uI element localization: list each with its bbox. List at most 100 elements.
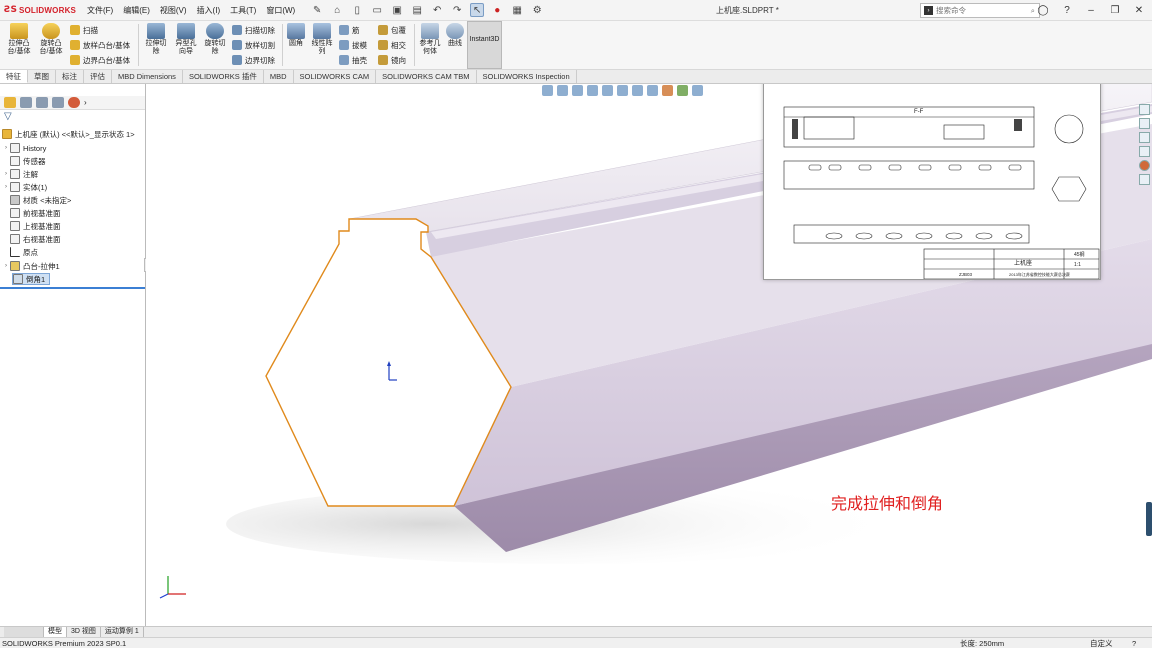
tab-motion-study[interactable]: 运动算例 1 <box>101 627 144 637</box>
expand-chevron-icon[interactable]: › <box>2 171 10 177</box>
expand-chevron-icon[interactable]: › <box>2 184 10 190</box>
search-icon[interactable]: ⌕ <box>1031 6 1035 16</box>
reference-geometry-button[interactable]: 参考几 何体 <box>417 23 443 56</box>
menu-tools[interactable]: 工具(T) <box>225 0 261 21</box>
tree-item-right-plane[interactable]: 右视基准面 <box>2 233 61 245</box>
tree-item-top-plane[interactable]: 上视基准面 <box>2 220 61 232</box>
menu-window[interactable]: 窗口(W) <box>261 0 300 21</box>
zoom-to-area-icon[interactable] <box>557 85 568 96</box>
mirror-button[interactable]: 镜向 <box>378 53 406 67</box>
dynamic-annotation-icon[interactable] <box>602 85 613 96</box>
rollback-bar[interactable] <box>0 287 145 289</box>
rib-button[interactable]: 筋 <box>339 23 360 37</box>
filter-icon[interactable]: ▽ <box>4 111 12 122</box>
menu-edit[interactable]: 编辑(E) <box>118 0 155 21</box>
tree-item-history[interactable]: › History <box>2 142 46 154</box>
tab-mbd-dimensions[interactable]: MBD Dimensions <box>112 70 183 83</box>
status-help-icon[interactable]: ? <box>1132 638 1136 648</box>
minimize-icon[interactable]: – <box>1084 3 1098 17</box>
tree-item-annotations[interactable]: › 注解 <box>2 168 38 180</box>
tree-item-boss-extrude1[interactable]: › 凸台-拉伸1 <box>2 260 60 272</box>
traffic-light-icon[interactable]: ● <box>490 3 504 17</box>
appearances-icon[interactable] <box>1139 160 1150 171</box>
wrap-button[interactable]: 包覆 <box>378 23 406 37</box>
edit-appearance-icon[interactable] <box>662 85 673 96</box>
boundary-cut-button[interactable]: 边界切除 <box>232 53 275 67</box>
instant3d-button[interactable]: Instant3D <box>467 21 502 69</box>
tree-item-chamfer1[interactable]: 倒角1 <box>12 273 51 285</box>
hide-show-items-icon[interactable] <box>647 85 658 96</box>
save-icon[interactable]: ▣ <box>390 3 404 17</box>
tab-sketch[interactable]: 草图 <box>28 70 56 83</box>
tab-mbd[interactable]: MBD <box>264 70 294 83</box>
draft-button[interactable]: 拔模 <box>339 38 367 52</box>
nav-arrows-icon[interactable] <box>4 627 44 637</box>
tab-solidworks-cam[interactable]: SOLIDWORKS CAM <box>294 70 377 83</box>
revolve-boss-button[interactable]: 旋转凸 台/基体 <box>36 23 66 56</box>
file-explorer-icon[interactable] <box>1139 132 1150 143</box>
tab-3d-views[interactable]: 3D 视图 <box>67 627 101 637</box>
expand-chevron-icon[interactable]: › <box>2 145 10 151</box>
linear-pattern-button[interactable]: 线性阵 列 <box>308 23 336 56</box>
menu-insert[interactable]: 插入(I) <box>192 0 226 21</box>
fillet-button[interactable]: 圆角 <box>285 23 307 48</box>
curves-button[interactable]: 曲线 <box>444 23 466 48</box>
display-manager-icon[interactable] <box>68 97 80 108</box>
expand-chevron-icon[interactable]: › <box>2 263 10 269</box>
tree-root-part[interactable]: 上机座 (默认) <<默认>_显示状态 1> <box>2 128 135 140</box>
select-pointer-icon[interactable]: ↖ <box>470 3 485 17</box>
redo-icon[interactable]: ↷ <box>450 3 464 17</box>
tree-item-sensors[interactable]: 传感器 <box>2 155 46 167</box>
home-icon[interactable]: ⌂ <box>330 3 344 17</box>
tree-item-solid-bodies[interactable]: › 实体(1) <box>2 181 47 193</box>
sweep-cut-button[interactable]: 扫描切除 <box>232 23 275 37</box>
apply-scene-icon[interactable] <box>677 85 688 96</box>
tree-item-material[interactable]: 材质 <未指定> <box>2 194 71 206</box>
view-settings-icon[interactable] <box>692 85 703 96</box>
open-icon[interactable]: ▭ <box>370 3 384 17</box>
menu-view[interactable]: 视图(V) <box>155 0 192 21</box>
file-properties-icon[interactable]: ▦ <box>510 3 524 17</box>
undo-icon[interactable]: ↶ <box>430 3 444 17</box>
custom-properties-icon[interactable] <box>1139 174 1150 185</box>
restore-icon[interactable]: ❐ <box>1108 3 1122 17</box>
help-icon[interactable]: ? <box>1060 3 1074 17</box>
previous-view-icon[interactable] <box>572 85 583 96</box>
tab-features[interactable]: 特征 <box>0 70 28 83</box>
search-commands-input[interactable]: › 搜索命令 ⌕ <box>920 3 1040 18</box>
view-orientation-icon[interactable] <box>617 85 628 96</box>
view-palette-icon[interactable] <box>1139 146 1150 157</box>
extrude-boss-button[interactable]: 拉伸凸 台/基体 <box>4 23 34 56</box>
display-style-icon[interactable] <box>632 85 643 96</box>
task-pane-grip[interactable] <box>1146 502 1152 536</box>
boundary-boss-button[interactable]: 边界凸台/基体 <box>70 53 130 67</box>
loft-button[interactable]: 放样凸台/基体 <box>70 38 130 52</box>
tab-solidworks-addins[interactable]: SOLIDWORKS 插件 <box>183 70 264 83</box>
configuration-manager-icon[interactable] <box>36 97 48 108</box>
tab-model[interactable]: 模型 <box>44 627 67 637</box>
extrude-cut-button[interactable]: 拉伸切 除 <box>142 23 170 56</box>
print-icon[interactable]: ▤ <box>410 3 424 17</box>
user-account-icon[interactable]: ◯ <box>1036 3 1050 17</box>
tree-item-origin[interactable]: 原点 <box>2 246 38 258</box>
menu-file[interactable]: 文件(F) <box>82 0 118 21</box>
tab-solidworks-inspection[interactable]: SOLIDWORKS Inspection <box>477 70 577 83</box>
loft-cut-button[interactable]: 放样切割 <box>232 38 275 52</box>
pin-icon[interactable]: ✎ <box>310 3 324 17</box>
design-library-icon[interactable] <box>1139 118 1150 129</box>
section-view-icon[interactable] <box>587 85 598 96</box>
hole-wizard-button[interactable]: 异型孔 向导 <box>171 23 201 56</box>
solidworks-resources-icon[interactable] <box>1139 104 1150 115</box>
feature-manager-icon[interactable] <box>4 97 16 108</box>
graphics-area[interactable]: 250 F-F 上机座 45钢 1:1 ZJB03 2013年江苏省数控技能大赛… <box>146 84 1152 626</box>
tree-item-front-plane[interactable]: 前视基准面 <box>2 207 61 219</box>
tab-markup[interactable]: 标注 <box>56 70 84 83</box>
solidworks-logo[interactable]: ƧS SOLIDWORKS <box>0 5 82 15</box>
revolve-cut-button[interactable]: 旋转切 除 <box>201 23 229 56</box>
zoom-to-fit-icon[interactable] <box>542 85 553 96</box>
panel-more-chevron-icon[interactable]: › <box>84 98 87 107</box>
options-gear-icon[interactable]: ⚙ <box>530 3 544 17</box>
intersect-button[interactable]: 相交 <box>378 38 406 52</box>
sweep-button[interactable]: 扫描 <box>70 23 98 37</box>
property-manager-icon[interactable] <box>20 97 32 108</box>
